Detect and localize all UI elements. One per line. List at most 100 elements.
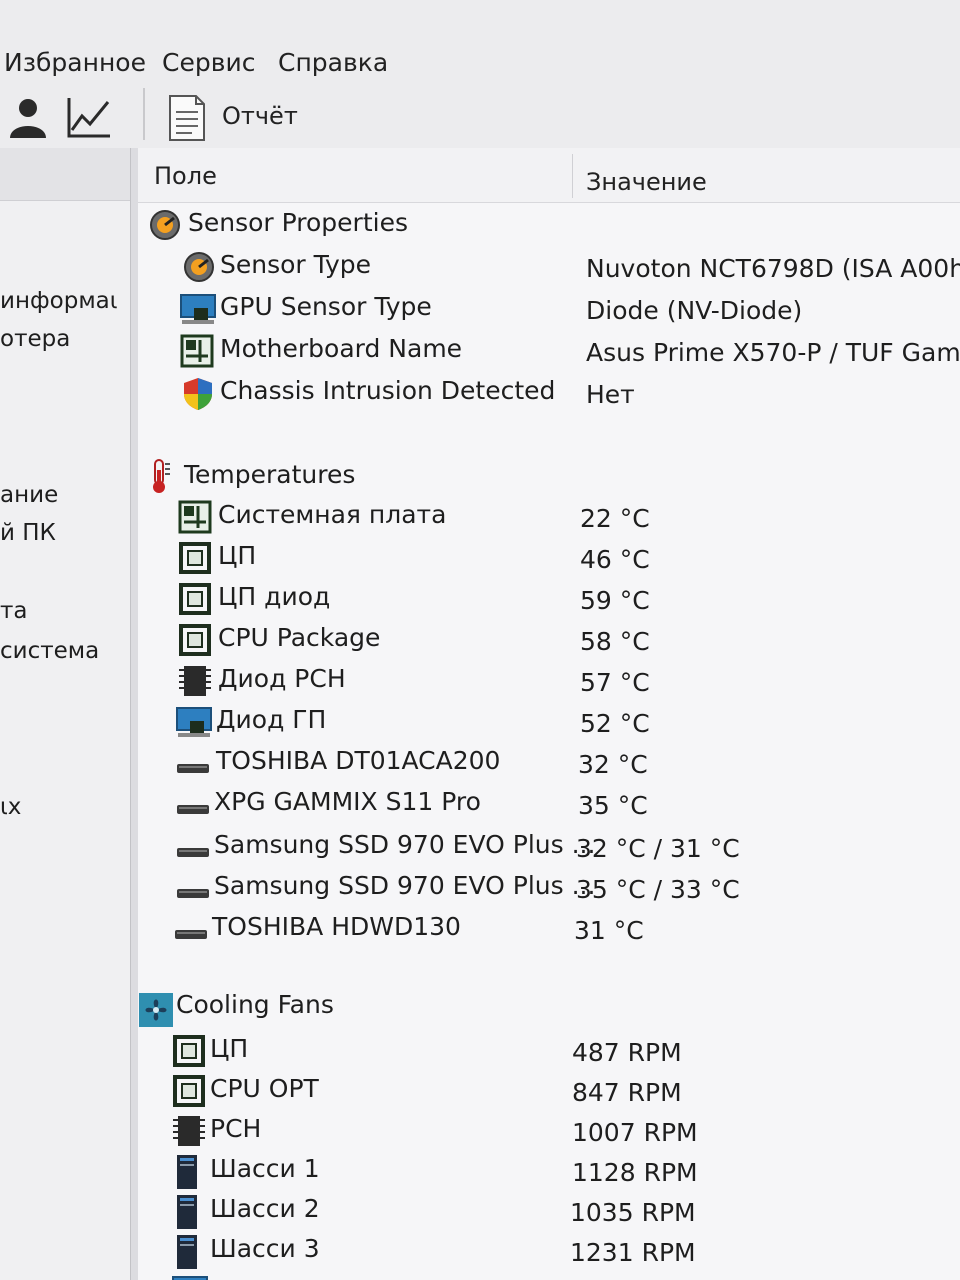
table-row[interactable]: XPG GAMMIX S11 Pro 35 °C bbox=[138, 785, 960, 825]
row-value: 32 °C / 31 °C bbox=[576, 834, 740, 863]
report-icon bbox=[169, 95, 205, 141]
table-row[interactable]: CPU OPT 847 RPM bbox=[138, 1072, 960, 1112]
table-row[interactable]: Samsung SSD 970 EVO Plus ... 35 °C / 33 … bbox=[138, 869, 960, 909]
row-label: Samsung SSD 970 EVO Plus ... bbox=[214, 871, 596, 900]
section-temperatures[interactable]: Temperatures bbox=[138, 456, 960, 496]
section-cooling-fans[interactable]: Cooling Fans bbox=[138, 990, 960, 1030]
tree-item[interactable]: отера bbox=[0, 326, 70, 352]
tree-item[interactable]: информаι bbox=[0, 288, 118, 314]
tree-item[interactable]: ание bbox=[0, 482, 58, 508]
tree-item[interactable]: й ПК bbox=[0, 520, 56, 546]
row-value: 58 °C bbox=[580, 627, 650, 656]
user-icon bbox=[10, 99, 46, 138]
motherboard-icon bbox=[180, 334, 214, 368]
column-value[interactable]: Значение bbox=[586, 168, 707, 196]
table-row[interactable]: Диод PCH 57 °C bbox=[138, 662, 960, 702]
user-button[interactable] bbox=[4, 96, 48, 140]
row-value: Diode (NV-Diode) bbox=[586, 296, 803, 325]
gpu-icon bbox=[176, 705, 212, 739]
row-value: 1035 RPM bbox=[570, 1198, 696, 1227]
row-value: 35 °C / 33 °C bbox=[576, 875, 740, 904]
menu-help[interactable]: Справка bbox=[278, 48, 388, 77]
row-label: TOSHIBA HDWD130 bbox=[212, 912, 461, 941]
row-label: XPG GAMMIX S11 Pro bbox=[214, 787, 481, 816]
sensor-icon bbox=[148, 208, 182, 242]
tree-item[interactable]: система bbox=[0, 638, 99, 664]
table-row[interactable]: Samsung SSD 970 EVO Plus ... 32 °C / 31 … bbox=[138, 828, 960, 868]
table-row[interactable]: Шасси 1 1128 RPM bbox=[138, 1152, 960, 1192]
row-label: CPU Package bbox=[218, 623, 381, 652]
fan-icon bbox=[138, 992, 173, 1027]
cpu-icon bbox=[178, 623, 212, 657]
drive-icon bbox=[174, 912, 208, 946]
row-label: Диод ГП bbox=[216, 705, 327, 734]
row-label: Шасси 2 bbox=[210, 1194, 320, 1223]
cpu-icon bbox=[172, 1034, 206, 1068]
drive-icon bbox=[176, 830, 210, 864]
drive-icon bbox=[176, 871, 210, 905]
row-value: 35 °C bbox=[578, 791, 648, 820]
row-value: 59 °C bbox=[580, 586, 650, 615]
table-row[interactable]: GPU Sensor Type Diode (NV-Diode) bbox=[138, 290, 960, 330]
column-divider[interactable] bbox=[572, 154, 573, 198]
table-row[interactable]: Шасси 3 1231 RPM bbox=[138, 1232, 960, 1272]
row-value: Asus Prime X570-P / TUF Gaming bbox=[586, 338, 960, 367]
row-label: Motherboard Name bbox=[220, 334, 463, 363]
case-icon bbox=[174, 1194, 208, 1229]
drive-icon bbox=[176, 746, 210, 780]
menu-favorites[interactable]: Избранное bbox=[4, 48, 146, 77]
table-row[interactable]: Chassis Intrusion Detected Нет bbox=[138, 374, 960, 414]
column-field[interactable]: Поле bbox=[154, 162, 217, 190]
row-label: CPU OPT bbox=[210, 1074, 319, 1103]
cpu-icon bbox=[178, 582, 212, 616]
row-value: 847 RPM bbox=[572, 1078, 682, 1107]
chart-button[interactable] bbox=[66, 96, 112, 140]
report-button[interactable] bbox=[166, 94, 208, 142]
section-title: Cooling Fans bbox=[176, 990, 334, 1019]
section-title: Temperatures bbox=[184, 460, 356, 489]
tree-item[interactable]: ιх bbox=[0, 794, 21, 820]
thermometer-icon bbox=[148, 458, 182, 493]
table-row[interactable]: TOSHIBA DT01ACA200 32 °C bbox=[138, 744, 960, 784]
case-icon bbox=[174, 1154, 208, 1189]
row-label: PCH bbox=[210, 1114, 262, 1143]
row-value: 32 °C bbox=[578, 750, 648, 779]
sensor-icon bbox=[182, 250, 216, 284]
gpu-icon bbox=[172, 1274, 208, 1280]
report-label[interactable]: Отчёт bbox=[222, 102, 298, 130]
cpu-icon bbox=[178, 541, 212, 575]
row-label: ЦП bbox=[210, 1034, 249, 1063]
section-sensor-properties[interactable]: Sensor Properties bbox=[138, 206, 960, 246]
row-label: Samsung SSD 970 EVO Plus ... bbox=[214, 830, 596, 859]
tree-header bbox=[0, 148, 130, 201]
motherboard-icon bbox=[178, 500, 212, 534]
tree-item[interactable]: та bbox=[0, 598, 28, 624]
table-row[interactable] bbox=[138, 1272, 960, 1280]
table-row[interactable]: CPU Package 58 °C bbox=[138, 621, 960, 661]
row-value: 46 °C bbox=[580, 545, 650, 574]
table-row[interactable]: Шасси 2 1035 RPM bbox=[138, 1192, 960, 1232]
table-row[interactable]: TOSHIBA HDWD130 31 °C bbox=[138, 910, 960, 950]
gpu-icon bbox=[180, 292, 216, 326]
row-label: Sensor Type bbox=[220, 250, 372, 279]
row-value: 52 °C bbox=[580, 709, 650, 738]
row-label: Шасси 1 bbox=[210, 1154, 320, 1183]
table-row[interactable]: Системная плата 22 °C bbox=[138, 498, 960, 538]
table-row[interactable]: Диод ГП 52 °C bbox=[138, 703, 960, 743]
row-label: ЦП bbox=[218, 541, 257, 570]
table-row[interactable]: ЦП 487 RPM bbox=[138, 1032, 960, 1072]
cpu-icon bbox=[172, 1074, 206, 1108]
row-label: Шасси 3 bbox=[210, 1234, 320, 1263]
row-label: ЦП диод bbox=[218, 582, 331, 611]
sensor-list: Поле Значение Sensor Properties Sensor T… bbox=[138, 148, 960, 1280]
row-value: Nuvoton NCT6798D (ISA A00h) bbox=[586, 254, 960, 283]
table-row[interactable]: Sensor Type Nuvoton NCT6798D (ISA A00h) bbox=[138, 248, 960, 288]
case-icon bbox=[174, 1234, 208, 1269]
menu-service[interactable]: Сервис bbox=[162, 48, 255, 77]
table-row[interactable]: ЦП 46 °C bbox=[138, 539, 960, 579]
navigation-tree: информаι отера ание й ПК та система ιх bbox=[0, 148, 130, 1280]
table-row[interactable]: ЦП диод 59 °C bbox=[138, 580, 960, 620]
table-row[interactable]: Motherboard Name Asus Prime X570-P / TUF… bbox=[138, 332, 960, 372]
table-row[interactable]: PCH 1007 RPM bbox=[138, 1112, 960, 1152]
section-title: Sensor Properties bbox=[188, 208, 408, 237]
